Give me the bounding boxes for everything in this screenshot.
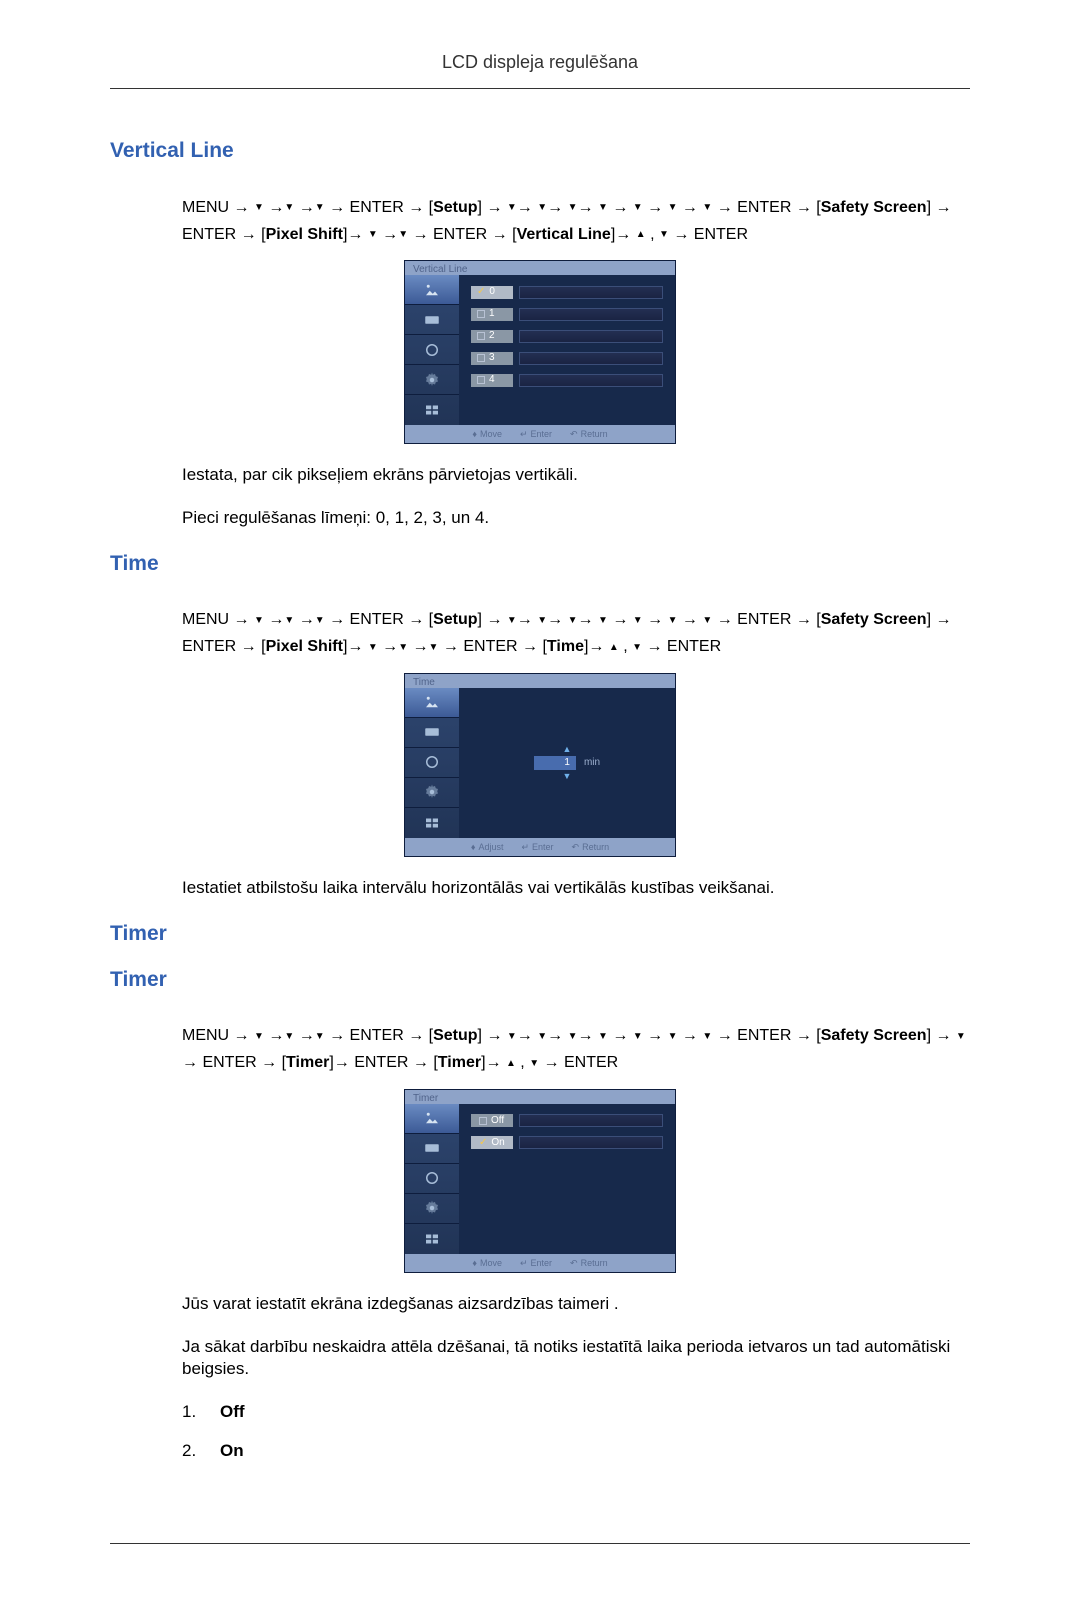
osd-tab-settings[interactable] [405,365,459,395]
osd-tab-network[interactable] [405,335,459,365]
osd-options: ✓0 1 2 3 4 [459,275,675,425]
section-title-time: Time [110,550,970,578]
updown-icon: ♦ [472,428,477,440]
footer-rule [110,1543,970,1544]
nav-sequence-time: MENU → ▼ →▼ →▼ → ENTER → [Setup] → ▼→ ▼→… [182,606,970,660]
return-icon: ↶ [570,1257,578,1269]
osd-tab-picture[interactable] [405,688,459,718]
vertical-desc-2: Pieci regulēšanas līmeņi: 0, 1, 2, 3, un… [182,507,970,530]
square-icon [477,376,485,384]
osd-option-0[interactable]: ✓0 [471,283,663,301]
osd-option-1[interactable]: 1 [471,305,663,323]
list-item: 1.Off [182,1401,970,1424]
square-icon [479,1117,487,1125]
time-value[interactable]: 1 [534,756,576,770]
enter-icon: ↵ [521,841,529,853]
timer-desc-1: Jūs varat iestatīt ekrāna izdegšanas aiz… [182,1293,970,1316]
osd-footer: ♦Adjust ↵Enter ↶Return [405,838,675,856]
osd-tab-network[interactable] [405,1164,459,1194]
osd-tab-picture[interactable] [405,1104,459,1134]
osd-sidebar [405,1104,459,1254]
arrow-down-icon[interactable]: ▼ [563,770,572,782]
osd-title: Timer [405,1090,675,1104]
return-icon: ↶ [570,428,578,440]
square-icon [477,354,485,362]
section-title-vertical: Vertical Line [110,137,970,165]
osd-tab-multi[interactable] [405,808,459,838]
osd-sidebar [405,688,459,838]
osd-footer: ♦Move ↵Enter ↶Return [405,425,675,443]
osd-option-off[interactable]: Off [471,1112,663,1130]
check-icon: ✓ [477,287,485,297]
time-unit: min [584,756,600,770]
osd-tab-multi[interactable] [405,1224,459,1254]
osd-panel-timer: Timer Off ✓On ♦Move ↵Enter ↶Return [404,1089,676,1273]
osd-title: Time [405,674,675,688]
updown-icon: ♦ [472,1257,477,1269]
timer-desc-2: Ja sākat darbību neskaidra attēla dzēšan… [182,1336,970,1382]
osd-option-2[interactable]: 2 [471,327,663,345]
osd-tab-input[interactable] [405,305,459,335]
osd-tab-settings[interactable] [405,778,459,808]
arrow-up-icon[interactable]: ▲ [563,743,572,755]
osd-title: Vertical Line [405,261,675,275]
updown-icon: ♦ [471,841,476,853]
section-title-timer-2: Timer [110,966,970,994]
osd-tab-input[interactable] [405,1134,459,1164]
osd-footer: ♦Move ↵Enter ↶Return [405,1254,675,1272]
vertical-desc-1: Iestata, par cik pikseļiem ekrāns pārvie… [182,464,970,487]
square-icon [477,332,485,340]
osd-tab-settings[interactable] [405,1194,459,1224]
osd-tab-network[interactable] [405,748,459,778]
osd-tab-picture[interactable] [405,275,459,305]
osd-tab-multi[interactable] [405,395,459,425]
osd-spinner-area: ▲ 1 min ▼ [459,688,675,838]
osd-panel-time: Time ▲ 1 min ▼ ♦Adjust ↵Enter ↶Return [404,673,676,857]
osd-option-4[interactable]: 4 [471,371,663,389]
square-icon [477,310,485,318]
time-desc-1: Iestatiet atbilstošu laika intervālu hor… [182,877,970,900]
osd-tab-input[interactable] [405,718,459,748]
enter-icon: ↵ [520,428,528,440]
list-item: 2.On [182,1440,970,1463]
nav-sequence-vertical: MENU → ▼ →▼ →▼ → ENTER → [Setup] → ▼→ ▼→… [182,194,970,248]
osd-panel-vertical: Vertical Line ✓0 1 2 3 4 ♦Move ↵Enter ↶R… [404,260,676,444]
return-icon: ↶ [572,841,580,853]
check-icon: ✓ [479,1138,487,1148]
timer-option-list: 1.Off 2.On [182,1401,970,1463]
section-title-timer-1: Timer [110,920,970,948]
enter-icon: ↵ [520,1257,528,1269]
osd-sidebar [405,275,459,425]
nav-sequence-timer: MENU → ▼ →▼ →▼ → ENTER → [Setup] → ▼→ ▼→… [182,1022,970,1076]
osd-options: Off ✓On [459,1104,675,1254]
page-header-title: LCD displeja regulēšana [110,50,970,89]
osd-option-3[interactable]: 3 [471,349,663,367]
osd-option-on[interactable]: ✓On [471,1134,663,1152]
